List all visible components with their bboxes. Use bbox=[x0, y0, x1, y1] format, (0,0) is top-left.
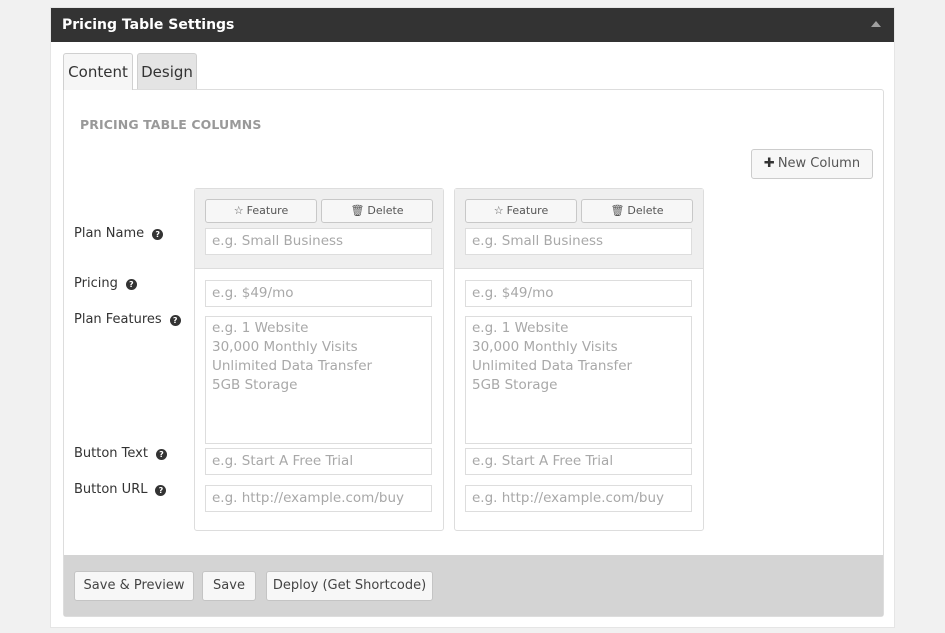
feature-label: Feature bbox=[246, 204, 289, 217]
trash-icon: 🗑 bbox=[610, 204, 625, 217]
triangle-up-icon[interactable] bbox=[871, 21, 881, 27]
label-text: Plan Name bbox=[74, 226, 145, 241]
label-plan-features: Plan Features? bbox=[74, 312, 181, 327]
plan-name-input[interactable]: e.g. Small Business bbox=[205, 228, 432, 255]
label-button-text: Button Text? bbox=[74, 446, 167, 461]
tab-content[interactable]: Content bbox=[63, 53, 133, 90]
label-text: Button Text bbox=[74, 446, 148, 461]
pricing-input[interactable]: e.g. $49/mo bbox=[465, 280, 692, 307]
plan-name-input[interactable]: e.g. Small Business bbox=[465, 228, 692, 255]
star-outline-icon: ☆ bbox=[493, 204, 504, 217]
content-tab-panel: PRICING TABLE COLUMNS ✚ New Column Plan N… bbox=[63, 89, 884, 617]
delete-button[interactable]: 🗑 Delete bbox=[321, 199, 433, 223]
save-preview-button[interactable]: Save & Preview bbox=[74, 571, 194, 601]
pricing-table-settings-panel: Pricing Table Settings Content Design PR… bbox=[50, 7, 895, 628]
star-outline-icon: ☆ bbox=[233, 204, 244, 217]
footer-actions: Save & Preview Save Deploy (Get Shortcod… bbox=[64, 555, 883, 616]
question-circle-icon[interactable]: ? bbox=[169, 315, 181, 326]
feature-button[interactable]: ☆ Feature bbox=[205, 199, 317, 223]
delete-label: Delete bbox=[367, 204, 404, 217]
pricing-column: ☆ Feature 🗑 Delete e.g. Small Business e.g… bbox=[454, 188, 704, 531]
label-text: Button URL bbox=[74, 482, 148, 497]
plus-icon: ✚ bbox=[763, 156, 775, 171]
question-circle-icon[interactable]: ? bbox=[152, 229, 164, 240]
label-button-url: Button URL? bbox=[74, 482, 167, 497]
question-circle-icon[interactable]: ? bbox=[125, 279, 137, 290]
panel-title: Pricing Table Settings bbox=[62, 17, 235, 33]
plan-features-textarea[interactable]: e.g. 1 Website 30,000 Monthly Visits Unl… bbox=[205, 316, 432, 444]
delete-label: Delete bbox=[627, 204, 664, 217]
button-text-input[interactable]: e.g. Start A Free Trial bbox=[205, 448, 432, 475]
feature-label: Feature bbox=[506, 204, 549, 217]
column-header: ☆ Feature 🗑 Delete e.g. Small Business bbox=[455, 189, 703, 269]
feature-button[interactable]: ☆ Feature bbox=[465, 199, 577, 223]
new-column-button[interactable]: ✚ New Column bbox=[751, 149, 873, 179]
pricing-input[interactable]: e.g. $49/mo bbox=[205, 280, 432, 307]
question-circle-icon[interactable]: ? bbox=[155, 449, 167, 460]
tab-design[interactable]: Design bbox=[137, 53, 197, 90]
question-circle-icon[interactable]: ? bbox=[155, 485, 167, 496]
delete-button[interactable]: 🗑 Delete bbox=[581, 199, 693, 223]
column-header: ☆ Feature 🗑 Delete e.g. Small Business bbox=[195, 189, 443, 269]
deploy-button[interactable]: Deploy (Get Shortcode) bbox=[266, 571, 433, 601]
plan-features-textarea[interactable]: e.g. 1 Website 30,000 Monthly Visits Unl… bbox=[465, 316, 692, 444]
button-text-input[interactable]: e.g. Start A Free Trial bbox=[465, 448, 692, 475]
pricing-column: ☆ Feature 🗑 Delete e.g. Small Business e.g… bbox=[194, 188, 444, 531]
button-url-input[interactable]: e.g. http://example.com/buy bbox=[465, 485, 692, 512]
save-button[interactable]: Save bbox=[202, 571, 256, 601]
button-url-input[interactable]: e.g. http://example.com/buy bbox=[205, 485, 432, 512]
label-pricing: Pricing? bbox=[74, 276, 137, 291]
label-text: Pricing bbox=[74, 276, 118, 291]
trash-icon: 🗑 bbox=[350, 204, 365, 217]
label-plan-name: Plan Name? bbox=[74, 226, 164, 241]
label-text: Plan Features bbox=[74, 312, 162, 327]
new-column-label: New Column bbox=[777, 156, 861, 171]
panel-header[interactable]: Pricing Table Settings bbox=[51, 8, 894, 42]
section-title: PRICING TABLE COLUMNS bbox=[80, 117, 262, 132]
